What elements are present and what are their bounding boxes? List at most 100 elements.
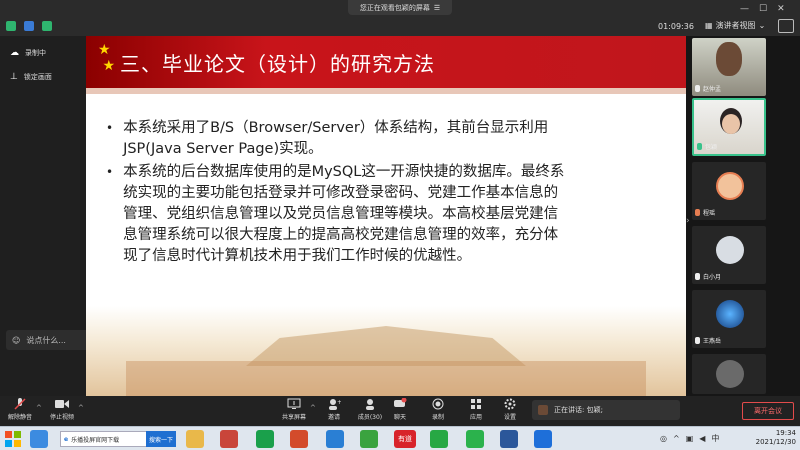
speaker-avatar — [538, 405, 548, 415]
app-icon[interactable] — [220, 430, 238, 448]
invite-label: 邀请 — [327, 414, 340, 421]
record-icon — [432, 398, 444, 410]
windows-taskbar: e 乐播投屏官网下载 搜索一下 有道 ◎ ^ ▣ ◀ 中 19:34 2021/… — [0, 426, 800, 450]
minimize-icon[interactable]: — — [740, 4, 749, 14]
recording-indicator[interactable]: ☁ 录制中 — [10, 48, 46, 58]
video-options-chevron-icon[interactable]: ^ — [78, 404, 84, 412]
browser-app-icon[interactable] — [30, 430, 48, 448]
file-explorer-icon[interactable] — [186, 430, 204, 448]
invite-button[interactable]: + 邀请 — [316, 398, 352, 421]
media-player-icon[interactable] — [430, 430, 448, 448]
flag-stars-icon: ★ ★ — [98, 42, 116, 74]
chat-icon — [394, 398, 407, 407]
chevron-up-icon[interactable]: ^ — [673, 434, 680, 443]
system-clock[interactable]: 19:34 2021/12/30 — [752, 429, 796, 447]
search-go-button[interactable]: 搜索一下 — [146, 431, 176, 447]
person-silhouette — [716, 42, 742, 76]
chat-input[interactable]: ☺ 说点什么... ‹ — [6, 330, 110, 350]
mic-icon — [695, 85, 700, 92]
network-icon[interactable]: ▣ — [686, 434, 694, 443]
bullet-dot-icon: • — [106, 165, 114, 179]
screen-share-banner[interactable]: 您正在观看包颖的屏幕 ☰ — [348, 0, 452, 15]
avatar — [716, 360, 744, 388]
settings-label: 设置 — [503, 414, 516, 421]
word-icon[interactable] — [500, 430, 518, 448]
chevron-down-icon: ⌄ — [758, 21, 766, 30]
mic-options-chevron-icon[interactable]: ^ — [36, 404, 42, 412]
app-icon[interactable] — [256, 430, 274, 448]
bullet-dot-icon: • — [106, 121, 114, 135]
left-panel: ☁ 录制中 ⊥ 锁定画面 ☺ 说点什么... ‹ — [0, 36, 110, 396]
share-screen-button[interactable]: 共享屏幕 — [276, 398, 312, 421]
unmute-button[interactable]: 解除静音 — [2, 398, 38, 421]
lock-screen-button[interactable]: ⊥ 锁定画面 — [10, 72, 52, 82]
chat-button[interactable]: 聊天 — [382, 398, 418, 421]
members-icon — [366, 399, 374, 410]
participant-tile[interactable]: 赵仲孟 — [692, 38, 766, 96]
stop-video-button[interactable]: 停止视频 — [44, 398, 80, 421]
recording-label: 录制中 — [25, 49, 46, 57]
palace-wall — [126, 361, 646, 396]
close-icon[interactable]: ✕ — [777, 4, 785, 14]
participant-tile[interactable]: 白小月 — [692, 226, 766, 284]
participant-tile-active[interactable]: 包颖 — [692, 98, 766, 156]
signal-icon[interactable] — [42, 21, 52, 31]
tray-app-icon[interactable]: ◎ — [660, 434, 667, 443]
stop-video-label: 停止视频 — [49, 414, 74, 421]
avatar — [716, 300, 744, 328]
record-button[interactable]: 录制 — [420, 398, 456, 421]
emoji-icon[interactable]: ☺ — [12, 336, 20, 345]
participant-label: 王燕岳 — [695, 336, 721, 345]
participant-tile[interactable]: 程瑶 — [692, 162, 766, 220]
360-browser-icon[interactable] — [360, 430, 378, 448]
wechat-icon[interactable] — [466, 430, 484, 448]
browser-tab[interactable]: e 乐播投屏官网下载 — [60, 431, 148, 447]
status-icons — [6, 21, 52, 31]
ime-indicator[interactable]: 中 — [711, 433, 719, 444]
clock-date: 2021/12/30 — [755, 438, 796, 446]
participant-tile[interactable]: 王燕岳 — [692, 290, 766, 348]
slide-bullet: • 本系统的后台数据库使用的是MySQL这一开源快捷的数据库。最终系统实现的主要… — [106, 162, 566, 267]
participant-tile[interactable] — [692, 354, 766, 394]
chat-placeholder: 说点什么... — [26, 335, 66, 345]
participant-name: 赵仲孟 — [703, 86, 722, 93]
participant-label: 白小月 — [695, 272, 721, 281]
pin-icon: ⊥ — [10, 72, 18, 82]
apps-button[interactable]: 应用 — [458, 398, 494, 421]
chevron-right-icon[interactable]: › — [686, 216, 690, 226]
settings-button[interactable]: 设置 — [492, 398, 528, 421]
clock-time: 19:34 — [775, 429, 796, 437]
participant-name: 白小月 — [703, 274, 722, 281]
participant-name: 包颖 — [705, 144, 718, 151]
slide-title: 三、毕业论文（设计）的研究方法 — [120, 52, 435, 76]
share-options-chevron-icon[interactable]: ^ — [310, 404, 316, 412]
volume-icon[interactable]: ◀ — [699, 434, 705, 443]
mic-icon — [695, 273, 700, 280]
fullscreen-button[interactable] — [778, 19, 794, 33]
invite-icon: + — [329, 399, 341, 410]
shield-icon[interactable] — [24, 21, 34, 31]
speaker-view-label: 演讲者视图 — [715, 21, 756, 30]
top-bar: 您正在观看包颖的屏幕 ☰ 01:09:36 ▦ 演讲者视图 ⌄ — ☐ ✕ — [0, 0, 800, 36]
ie-browser-icon[interactable] — [326, 430, 344, 448]
cloud-icon: ☁ — [10, 48, 19, 58]
side-panel-toggle[interactable] — [792, 36, 800, 56]
menu-icon: ☰ — [433, 3, 441, 12]
info-icon[interactable] — [6, 21, 16, 31]
powerpoint-icon[interactable] — [290, 430, 308, 448]
mic-icon — [697, 143, 702, 150]
maximize-icon[interactable]: ☐ — [759, 4, 767, 14]
participant-label: 包颖 — [697, 142, 717, 151]
apps-icon — [471, 399, 481, 409]
speaker-view-button[interactable]: ▦ 演讲者视图 ⌄ — [705, 20, 765, 31]
share-banner-text: 您正在观看包颖的屏幕 — [359, 3, 430, 12]
avatar — [716, 236, 744, 264]
mic-off-icon — [14, 398, 26, 410]
tencent-meeting-icon[interactable] — [534, 430, 552, 448]
palace-roof — [246, 326, 526, 366]
leave-meeting-button[interactable]: 离开会议 — [742, 402, 794, 420]
windows-start-icon[interactable] — [4, 430, 22, 448]
youdao-icon[interactable]: 有道 — [394, 430, 416, 448]
participant-panel: › 赵仲孟 包颖 程瑶 白小月 王燕岳 — [686, 36, 800, 396]
meeting-timer: 01:09:36 — [658, 22, 694, 31]
